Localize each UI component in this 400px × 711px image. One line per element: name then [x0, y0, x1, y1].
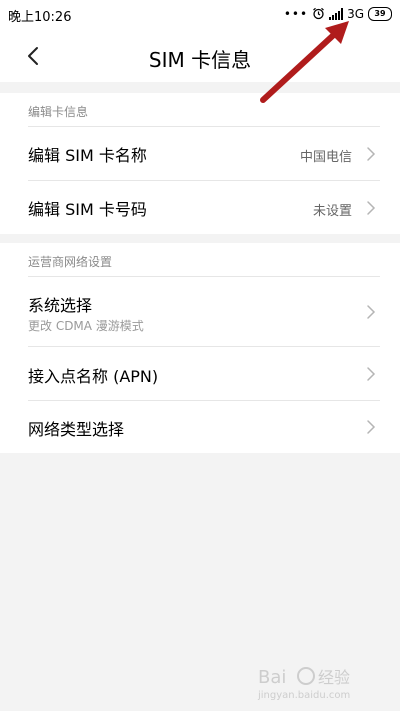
- battery-level: 39: [374, 9, 386, 18]
- row-subtitle: 更改 CDMA 漫游模式: [28, 319, 144, 333]
- baidu-watermark: Bai 经验 jingyan.baidu.com: [256, 661, 376, 701]
- chevron-right-icon: [367, 147, 376, 161]
- chevron-right-icon: [367, 305, 376, 319]
- row-label: 编辑 SIM 卡号码: [28, 200, 147, 219]
- row-label: 网络类型选择: [28, 420, 125, 439]
- chevron-right-icon: [367, 420, 376, 434]
- row-label: 系统选择: [28, 296, 93, 315]
- svg-text:经验: 经验: [318, 668, 350, 687]
- status-time: 晚上10:26: [8, 10, 72, 25]
- row-value: 未设置: [312, 204, 352, 219]
- row-edit-sim-name[interactable]: 编辑 SIM 卡名称 中国电信: [0, 127, 400, 180]
- row-edit-sim-number[interactable]: 编辑 SIM 卡号码 未设置: [0, 181, 400, 234]
- svg-text:Bai: Bai: [258, 667, 286, 688]
- row-network-type[interactable]: 网络类型选择: [0, 401, 400, 453]
- baidu-logo-icon: Bai 经验 jingyan.baidu.com: [257, 667, 350, 701]
- row-label: 编辑 SIM 卡名称: [28, 146, 147, 165]
- chevron-right-icon: [367, 201, 376, 215]
- watermark-text: jingyan.baidu.com: [257, 690, 350, 701]
- battery-icon: 39: [368, 7, 392, 21]
- chevron-right-icon: [367, 367, 376, 381]
- annotation-arrow-icon: [260, 21, 349, 103]
- section-edit-card: 编辑卡信息 编辑 SIM 卡名称 中国电信 编辑 SIM 卡号码 未设置: [0, 93, 400, 234]
- section-carrier-network: 运营商网络设置 系统选择 更改 CDMA 漫游模式 接入点名称 (APN) 网络…: [0, 243, 400, 453]
- row-apn[interactable]: 接入点名称 (APN): [0, 347, 400, 400]
- row-label: 接入点名称 (APN): [28, 367, 159, 386]
- section-title-carrier-network: 运营商网络设置: [28, 255, 113, 269]
- section-title-edit-card: 编辑卡信息: [28, 105, 89, 119]
- row-value: 中国电信: [299, 150, 352, 165]
- row-system-select[interactable]: 系统选择 更改 CDMA 漫游模式: [0, 277, 400, 346]
